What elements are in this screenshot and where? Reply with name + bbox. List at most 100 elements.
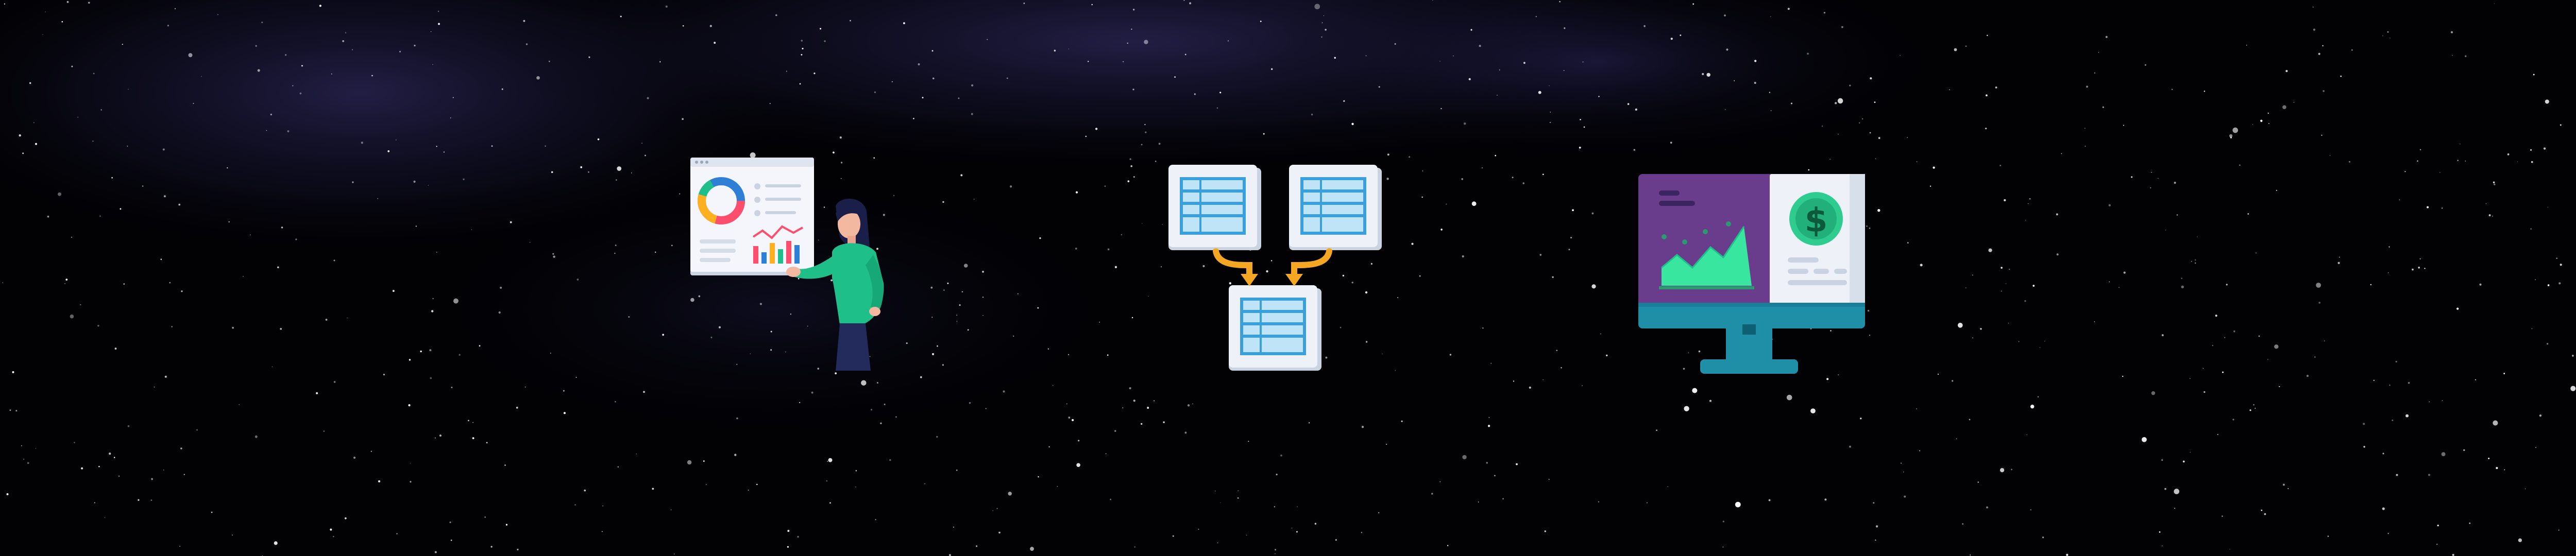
star: [947, 282, 949, 284]
star: [1440, 108, 1442, 110]
star: [410, 481, 412, 483]
star: [1291, 527, 1293, 529]
star: [2222, 515, 2223, 517]
star: [122, 44, 123, 45]
star: [1311, 113, 1313, 116]
star: [769, 103, 771, 104]
star: [1490, 362, 1492, 364]
star: [2382, 35, 2383, 37]
star: [552, 253, 554, 255]
star: [584, 489, 586, 492]
star: [1823, 12, 1825, 14]
star: [274, 541, 278, 545]
star: [1421, 196, 1423, 198]
star: [516, 407, 518, 409]
star: [574, 504, 576, 506]
star: [1995, 86, 1997, 89]
star: [575, 376, 577, 378]
star: [1874, 101, 1876, 103]
star: [2322, 45, 2324, 47]
star: [1387, 153, 1389, 156]
star: [880, 422, 882, 424]
star: [2547, 284, 2550, 286]
star: [2324, 340, 2325, 341]
star: [1656, 429, 1657, 431]
star: [128, 89, 129, 90]
star: [370, 450, 372, 452]
star: [819, 28, 822, 30]
star: [1875, 540, 1876, 541]
star: [1091, 4, 1093, 6]
star: [1919, 450, 1921, 451]
star: [1849, 445, 1851, 448]
star: [1009, 185, 1012, 188]
star: [227, 167, 228, 169]
star: [2485, 203, 2487, 204]
star: [1378, 512, 1380, 514]
star: [2032, 285, 2035, 287]
star: [563, 412, 566, 414]
star: [1155, 161, 1157, 162]
star: [1215, 490, 1216, 492]
star: [1550, 122, 1551, 123]
star: [1274, 549, 1277, 551]
star: [383, 374, 385, 376]
star: [1274, 506, 1276, 508]
star: [2340, 75, 2342, 77]
star: [179, 546, 180, 547]
star: [1365, 55, 1367, 57]
star: [2419, 149, 2421, 150]
star: [505, 524, 508, 526]
star: [1107, 354, 1109, 356]
star: [1933, 166, 1935, 169]
star: [1154, 400, 1155, 402]
star: [775, 14, 777, 16]
star: [1325, 29, 1327, 31]
star: [895, 416, 897, 418]
star: [1482, 327, 1484, 329]
star: [450, 117, 451, 118]
star: [615, 401, 616, 403]
star: [100, 109, 103, 111]
star: [2382, 453, 2384, 455]
star: [2556, 257, 2558, 259]
star: [1904, 495, 1906, 498]
star: [811, 391, 814, 394]
star: [1335, 539, 1337, 541]
star: [1770, 110, 1772, 111]
star: [1684, 406, 1689, 411]
star: [529, 241, 531, 243]
star: [2066, 553, 2069, 556]
star: [500, 286, 502, 289]
star: [81, 467, 83, 470]
star: [1591, 284, 1596, 289]
star: [377, 198, 379, 199]
star: [2145, 64, 2146, 66]
star: [2256, 252, 2257, 254]
star: [333, 381, 336, 383]
star: [2279, 386, 2280, 388]
star: [1552, 276, 1554, 279]
star: [2488, 458, 2490, 459]
star: [471, 229, 472, 230]
star: [1956, 438, 1957, 440]
star: [1321, 22, 1323, 23]
star: [1453, 55, 1454, 57]
star: [1478, 501, 1479, 502]
star: [2025, 220, 2026, 221]
star: [2348, 161, 2350, 163]
star: [932, 77, 935, 80]
star: [33, 122, 35, 124]
star: [118, 475, 120, 477]
star: [855, 486, 856, 488]
star: [2009, 269, 2010, 270]
star: [943, 289, 945, 291]
star: [551, 171, 553, 173]
star: [12, 371, 14, 373]
star: [169, 282, 171, 284]
star: [960, 174, 963, 177]
star: [21, 445, 22, 446]
star: [2131, 176, 2133, 178]
star: [1667, 486, 1668, 487]
star: [142, 185, 144, 187]
